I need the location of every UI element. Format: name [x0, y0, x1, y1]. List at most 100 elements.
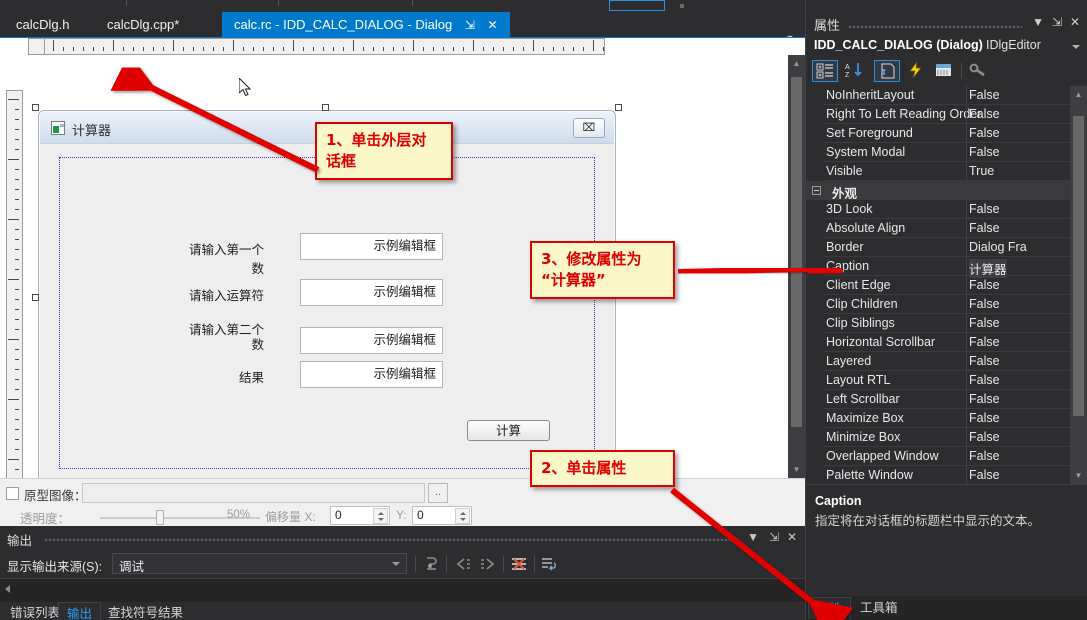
- resize-handle-top-left[interactable]: [32, 104, 39, 111]
- property-value[interactable]: True: [969, 164, 994, 178]
- editor-vertical-scrollbar[interactable]: ▲ ▼: [788, 55, 805, 478]
- toolbar-combo-partial[interactable]: [609, 0, 665, 11]
- panel-dropdown-icon[interactable]: ▼: [1032, 15, 1044, 29]
- property-row[interactable]: NoInheritLayout False: [806, 86, 1071, 105]
- panel-dropdown-icon[interactable]: ▼: [747, 530, 759, 544]
- scroll-down-icon[interactable]: ▼: [1070, 467, 1087, 484]
- property-value[interactable]: Dialog Fra: [969, 240, 1027, 254]
- events-lightning-icon[interactable]: [904, 60, 930, 82]
- categorized-icon[interactable]: [812, 60, 838, 82]
- dialog-editor-canvas[interactable]: 计算器 ⌧ 请输入第一个数 示例编辑框 请输入运算符 示例编辑框 请输入第二个 …: [0, 38, 805, 478]
- offset-x-stepper[interactable]: 0: [330, 506, 390, 525]
- tab-calcdlg-h[interactable]: calcDlg.h: [4, 12, 81, 38]
- prototype-image-checkbox[interactable]: [6, 487, 19, 500]
- property-row[interactable]: 外观: [806, 181, 1071, 201]
- alphabetical-sort-icon[interactable]: A Z: [842, 60, 868, 82]
- clear-all-icon[interactable]: [421, 554, 443, 574]
- edit-operator[interactable]: 示例编辑框: [300, 279, 443, 306]
- property-row[interactable]: Overlapped Window False: [806, 447, 1071, 466]
- property-row[interactable]: Clip Children False: [806, 295, 1071, 314]
- property-value[interactable]: False: [969, 278, 1000, 292]
- property-value[interactable]: False: [969, 202, 1000, 216]
- close-icon[interactable]: ✕: [1070, 15, 1080, 29]
- offset-y-stepper[interactable]: 0: [412, 506, 472, 525]
- messages-icon[interactable]: [932, 60, 958, 82]
- calculate-button[interactable]: 计算: [467, 420, 550, 441]
- resize-handle-top-right[interactable]: [615, 104, 622, 111]
- scroll-up-icon[interactable]: ▲: [1070, 86, 1087, 103]
- close-icon[interactable]: ✕: [487, 12, 497, 38]
- property-row[interactable]: Left Scrollbar False: [806, 390, 1071, 409]
- property-value[interactable]: False: [969, 126, 1000, 140]
- pin-icon[interactable]: ⇲: [465, 12, 475, 38]
- property-row[interactable]: Set Foreground False: [806, 124, 1071, 143]
- property-value[interactable]: False: [969, 88, 1000, 102]
- property-value[interactable]: False: [969, 392, 1000, 406]
- property-row[interactable]: Visible True: [806, 162, 1071, 181]
- collapse-expand-icon[interactable]: [812, 186, 821, 195]
- property-value[interactable]: False: [969, 335, 1000, 349]
- property-row[interactable]: Layout RTL False: [806, 371, 1071, 390]
- property-row[interactable]: Border Dialog Fra: [806, 238, 1071, 257]
- property-value[interactable]: False: [969, 221, 1000, 235]
- property-row[interactable]: Caption 计算器: [806, 257, 1071, 278]
- property-row[interactable]: Horizontal Scrollbar False: [806, 333, 1071, 352]
- property-row[interactable]: 3D Look False: [806, 200, 1071, 219]
- property-row[interactable]: Maximize Box False: [806, 409, 1071, 428]
- spin-down-icon[interactable]: [460, 518, 466, 521]
- tab-find-symbol-results[interactable]: 查找符号结果: [100, 602, 191, 620]
- label-second-number[interactable]: 请输入第二个 数: [179, 323, 264, 353]
- spin-up-icon[interactable]: [460, 512, 466, 515]
- go-to-previous-message-icon[interactable]: [451, 554, 473, 574]
- property-pages-key-icon[interactable]: [966, 60, 992, 82]
- property-row[interactable]: Clip Siblings False: [806, 314, 1071, 333]
- scrollbar-thumb[interactable]: [791, 77, 802, 427]
- close-icon[interactable]: ✕: [787, 530, 797, 544]
- property-row[interactable]: Absolute Align False: [806, 219, 1071, 238]
- output-source-combo[interactable]: 调试: [112, 553, 407, 574]
- property-value[interactable]: False: [969, 373, 1000, 387]
- chevron-down-icon[interactable]: [392, 562, 400, 566]
- toggle-word-wrap-icon[interactable]: [538, 554, 560, 574]
- scroll-up-icon[interactable]: ▲: [788, 55, 805, 72]
- property-row[interactable]: Layered False: [806, 352, 1071, 371]
- property-value[interactable]: False: [969, 316, 1000, 330]
- property-value[interactable]: False: [969, 411, 1000, 425]
- output-text-area[interactable]: [0, 578, 805, 602]
- prototype-image-path-input[interactable]: [82, 483, 425, 503]
- tab-calcdlg-cpp[interactable]: calcDlg.cpp*: [95, 12, 191, 38]
- offset-x-spin-buttons[interactable]: [373, 508, 388, 524]
- clear-output-icon[interactable]: [509, 554, 531, 574]
- properties-object-selector[interactable]: IDD_CALC_DIALOG (Dialog) IDlgEditor: [806, 36, 1087, 58]
- property-value[interactable]: False: [969, 430, 1000, 444]
- properties-grid-scrollbar[interactable]: ▲ ▼: [1070, 86, 1087, 484]
- resize-handle-top-center[interactable]: [322, 104, 329, 111]
- edit-result[interactable]: 示例编辑框: [300, 361, 443, 388]
- label-result[interactable]: 结果: [179, 367, 264, 386]
- tab-properties[interactable]: 属性: [808, 597, 852, 619]
- scroll-left-icon[interactable]: [5, 585, 10, 593]
- properties-page-icon[interactable]: [874, 60, 900, 82]
- property-row[interactable]: Right To Left Reading Order False: [806, 105, 1071, 124]
- property-row[interactable]: System Modal False: [806, 143, 1071, 162]
- offset-y-spin-buttons[interactable]: [455, 508, 470, 524]
- property-value[interactable]: False: [969, 107, 1000, 121]
- slider-thumb[interactable]: [156, 510, 164, 525]
- property-value[interactable]: False: [969, 449, 1000, 463]
- properties-grid[interactable]: NoInheritLayout False Right To Left Readin…: [806, 86, 1087, 484]
- resize-handle-mid-left[interactable]: [32, 294, 39, 301]
- edit-first-number[interactable]: 示例编辑框: [300, 233, 443, 260]
- pin-icon[interactable]: ⇲: [769, 530, 779, 544]
- tab-output[interactable]: 输出: [58, 602, 102, 620]
- tab-toolbox[interactable]: 工具箱: [852, 597, 906, 619]
- property-value[interactable]: False: [969, 354, 1000, 368]
- spin-up-icon[interactable]: [378, 512, 384, 515]
- property-row[interactable]: Palette Window False: [806, 466, 1071, 484]
- tab-calc-rc-dialog[interactable]: calc.rc - IDD_CALC_DIALOG - Dialog ⇲ ✕: [222, 12, 510, 38]
- property-value[interactable]: False: [969, 297, 1000, 311]
- scroll-down-icon[interactable]: ▼: [788, 461, 805, 478]
- property-row[interactable]: Client Edge False: [806, 276, 1071, 295]
- browse-button[interactable]: ..: [428, 483, 448, 503]
- spin-down-icon[interactable]: [378, 518, 384, 521]
- scrollbar-thumb[interactable]: [1073, 116, 1084, 416]
